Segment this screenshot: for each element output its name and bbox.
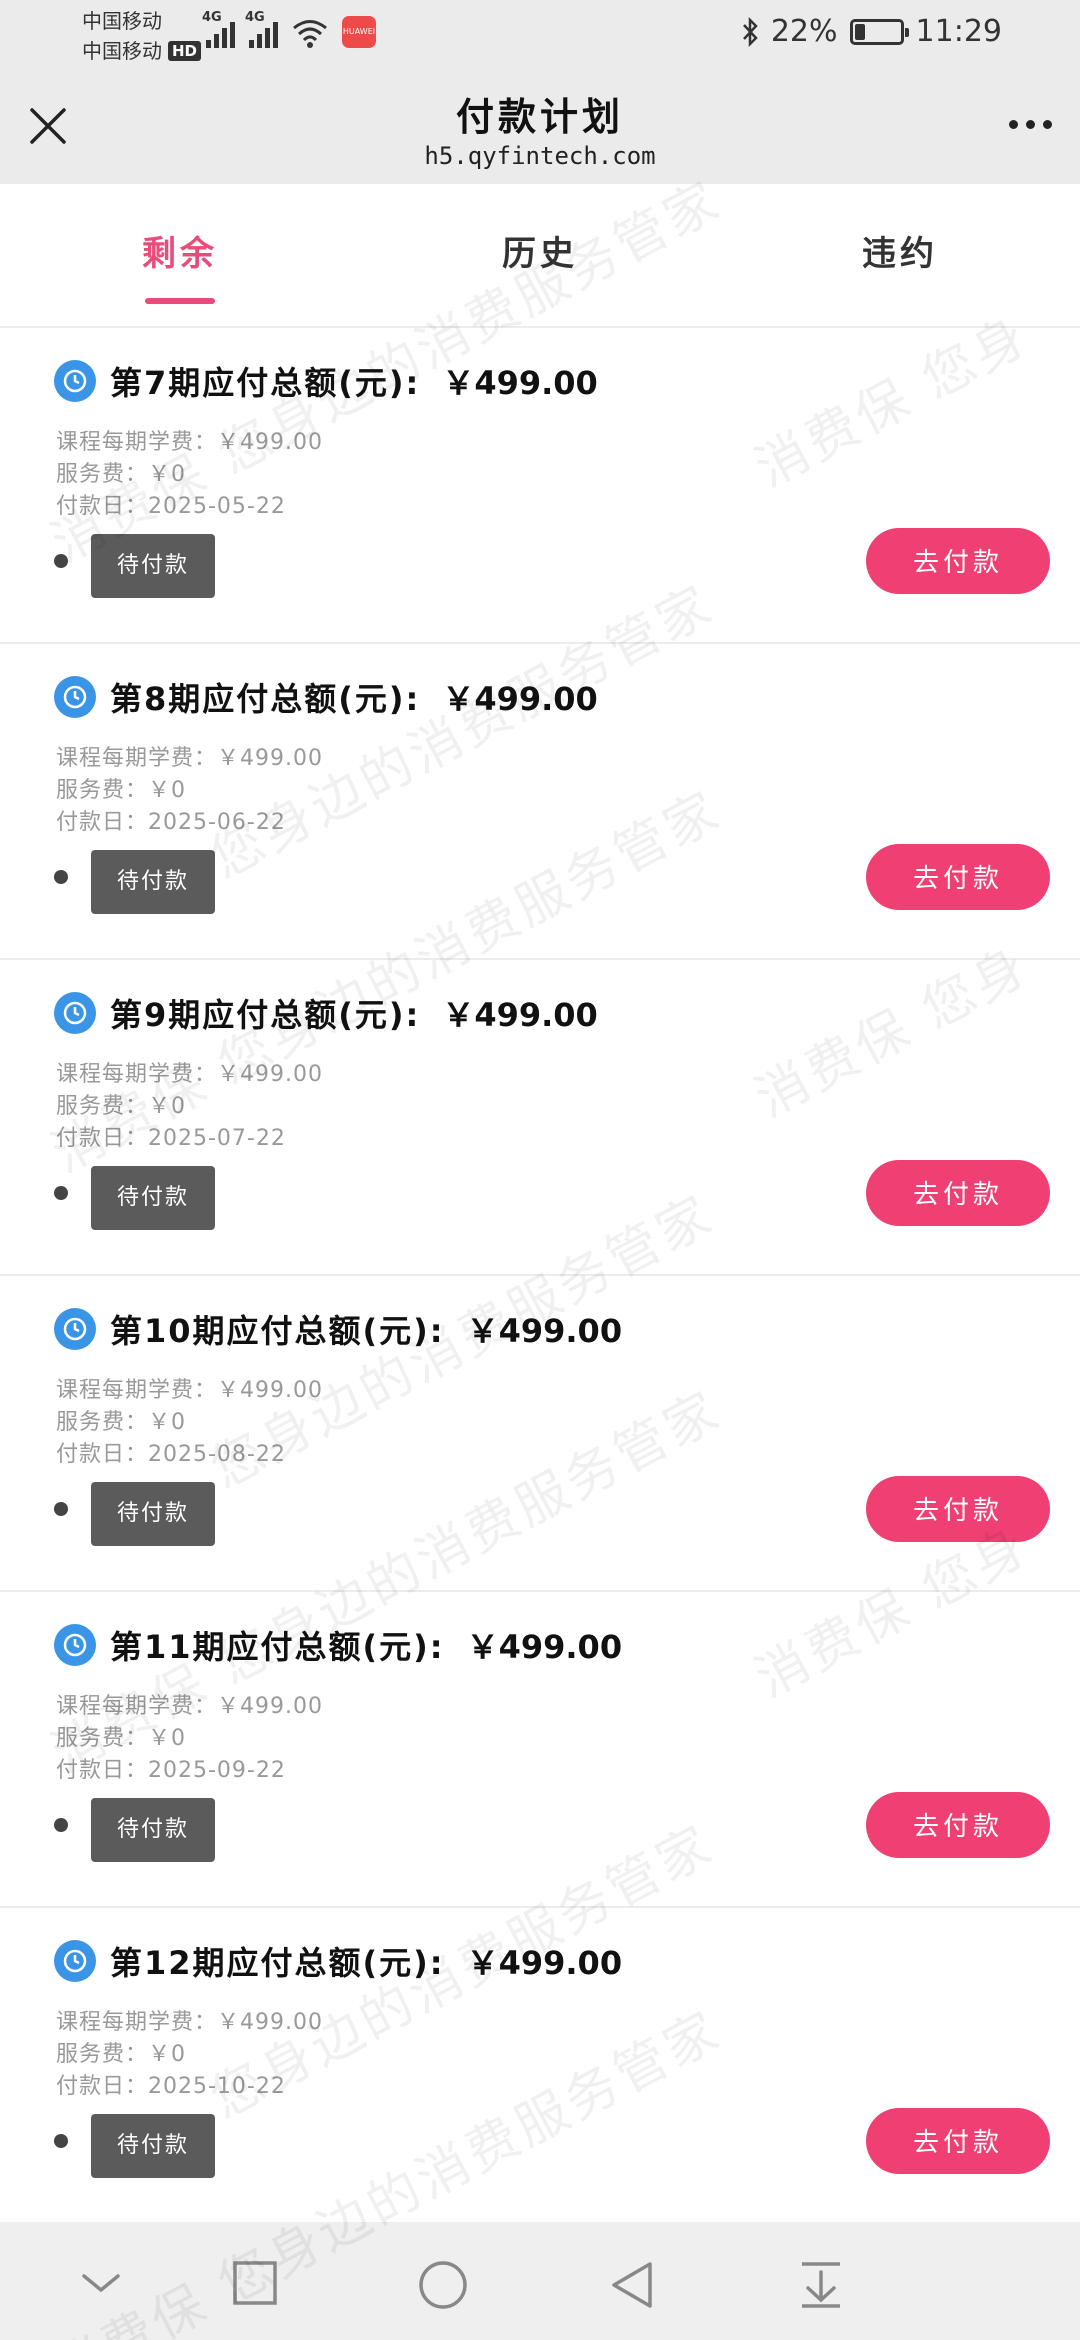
payment-card: 第9期应付总额(元): ￥499.00 课程每期学费：￥499.00 服务费：￥… bbox=[0, 960, 1080, 1276]
card-header: 第10期应付总额(元): ￥499.00 bbox=[54, 1306, 622, 1352]
clock-icon bbox=[54, 1308, 96, 1350]
payment-card: 第10期应付总额(元): ￥499.00 课程每期学费：￥499.00 服务费：… bbox=[0, 1276, 1080, 1592]
card-title: 第9期应付总额(元): bbox=[110, 996, 421, 1034]
battery-icon bbox=[849, 18, 909, 45]
more-icon[interactable] bbox=[1009, 120, 1052, 129]
payment-list: 第7期应付总额(元): ￥499.00 课程每期学费：￥499.00 服务费：￥… bbox=[0, 328, 1080, 2224]
card-header: 第11期应付总额(元): ￥499.00 bbox=[54, 1622, 622, 1668]
network-type-2: 4G bbox=[245, 10, 265, 25]
status-dot bbox=[54, 1818, 68, 1832]
service-fee-line: 服务费：￥0 bbox=[56, 2042, 186, 2067]
service-fee-line: 服务费：￥0 bbox=[56, 778, 186, 803]
status-badge: 待付款 bbox=[91, 1482, 215, 1546]
card-header: 第12期应付总额(元): ￥499.00 bbox=[54, 1938, 622, 1984]
payment-date-line: 付款日：2025-06-22 bbox=[56, 810, 286, 835]
clock-time: 11:29 bbox=[915, 14, 1002, 49]
system-nav-bar bbox=[0, 2222, 1080, 2340]
status-badge: 待付款 bbox=[91, 2114, 215, 2178]
status-badge: 待付款 bbox=[91, 534, 215, 598]
tuition-line: 课程每期学费：￥499.00 bbox=[56, 1378, 323, 1403]
pay-button[interactable]: 去付款 bbox=[866, 1792, 1050, 1858]
pay-button[interactable]: 去付款 bbox=[866, 528, 1050, 594]
payment-date-line: 付款日：2025-08-22 bbox=[56, 1442, 286, 1467]
clock-icon bbox=[54, 1624, 96, 1666]
status-badge: 待付款 bbox=[91, 850, 215, 914]
payment-date-line: 付款日：2025-05-22 bbox=[56, 494, 286, 519]
status-bar: 中国移动 中国移动 HD 4G 4G HUAWEI 22% 11:29 bbox=[0, 0, 1080, 72]
service-fee-line: 服务费：￥0 bbox=[56, 1726, 186, 1751]
clock-icon bbox=[54, 360, 96, 402]
status-dot bbox=[54, 554, 68, 568]
card-amount: ￥499.00 bbox=[466, 1944, 623, 1982]
clock-icon bbox=[54, 992, 96, 1034]
page-url: h5.qyfintech.com bbox=[424, 142, 656, 170]
carrier-1: 中国移动 bbox=[82, 9, 162, 33]
page-title: 付款计划 bbox=[455, 95, 624, 139]
circle-icon[interactable] bbox=[418, 2260, 468, 2310]
pay-button[interactable]: 去付款 bbox=[866, 2108, 1050, 2174]
card-amount: ￥499.00 bbox=[442, 680, 598, 718]
page-header: 付款计划 h5.qyfintech.com bbox=[0, 72, 1080, 184]
carrier-info: 中国移动 中国移动 HD bbox=[82, 6, 202, 66]
tuition-line: 课程每期学费：￥499.00 bbox=[56, 430, 323, 455]
tab-bar: 剩余 历史 违约 bbox=[0, 184, 1080, 328]
card-header: 第7期应付总额(元): ￥499.00 bbox=[54, 358, 598, 404]
card-amount: ￥499.00 bbox=[466, 1312, 623, 1350]
payment-card: 第12期应付总额(元): ￥499.00 课程每期学费：￥499.00 服务费：… bbox=[0, 1908, 1080, 2224]
status-dot bbox=[54, 2134, 68, 2148]
service-fee-line: 服务费：￥0 bbox=[56, 1410, 186, 1435]
tuition-line: 课程每期学费：￥499.00 bbox=[56, 2010, 323, 2035]
status-right: 22% 11:29 bbox=[741, 14, 1002, 49]
clock-icon bbox=[54, 1940, 96, 1982]
signal-group: 4G 4G HUAWEI bbox=[202, 10, 376, 48]
card-header: 第9期应付总额(元): ￥499.00 bbox=[54, 990, 598, 1036]
wifi-icon bbox=[293, 20, 327, 48]
back-triangle-icon[interactable] bbox=[608, 2260, 654, 2310]
tab-history[interactable]: 历史 bbox=[360, 184, 720, 326]
card-title: 第7期应付总额(元): bbox=[110, 364, 421, 402]
chevron-down-icon[interactable] bbox=[78, 2260, 124, 2306]
payment-date-line: 付款日：2025-07-22 bbox=[56, 1126, 286, 1151]
clock-icon bbox=[54, 676, 96, 718]
card-header: 第8期应付总额(元): ￥499.00 bbox=[54, 674, 598, 720]
square-icon[interactable] bbox=[232, 2260, 278, 2306]
huawei-app-icon: HUAWEI bbox=[342, 16, 376, 48]
tuition-line: 课程每期学费：￥499.00 bbox=[56, 1694, 323, 1719]
service-fee-line: 服务费：￥0 bbox=[56, 462, 186, 487]
tab-default[interactable]: 违约 bbox=[720, 184, 1080, 326]
tab-remaining[interactable]: 剩余 bbox=[0, 184, 360, 326]
payment-card: 第11期应付总额(元): ￥499.00 课程每期学费：￥499.00 服务费：… bbox=[0, 1592, 1080, 1908]
signal-icon-1: 4G bbox=[202, 10, 235, 48]
payment-card: 第7期应付总额(元): ￥499.00 课程每期学费：￥499.00 服务费：￥… bbox=[0, 328, 1080, 644]
card-title: 第12期应付总额(元): bbox=[110, 1944, 445, 1982]
card-amount: ￥499.00 bbox=[442, 364, 598, 402]
network-type-1: 4G bbox=[202, 10, 222, 25]
card-title: 第11期应付总额(元): bbox=[110, 1628, 445, 1666]
card-amount: ￥499.00 bbox=[466, 1628, 623, 1666]
tuition-line: 课程每期学费：￥499.00 bbox=[56, 746, 323, 771]
pay-button[interactable]: 去付款 bbox=[866, 1160, 1050, 1226]
status-dot bbox=[54, 1186, 68, 1200]
card-amount: ￥499.00 bbox=[442, 996, 598, 1034]
status-badge: 待付款 bbox=[91, 1166, 215, 1230]
service-fee-line: 服务费：￥0 bbox=[56, 1094, 186, 1119]
pay-button[interactable]: 去付款 bbox=[866, 844, 1050, 910]
card-title: 第10期应付总额(元): bbox=[110, 1312, 445, 1350]
payment-card: 第8期应付总额(元): ￥499.00 课程每期学费：￥499.00 服务费：￥… bbox=[0, 644, 1080, 960]
tuition-line: 课程每期学费：￥499.00 bbox=[56, 1062, 323, 1087]
carrier-2: 中国移动 bbox=[82, 39, 162, 63]
bluetooth-icon bbox=[742, 16, 758, 47]
pay-button[interactable]: 去付款 bbox=[866, 1476, 1050, 1542]
payment-date-line: 付款日：2025-09-22 bbox=[56, 1758, 286, 1783]
signal-icon-2: 4G bbox=[245, 10, 278, 48]
hd-badge: HD bbox=[168, 41, 202, 61]
payment-date-line: 付款日：2025-10-22 bbox=[56, 2074, 286, 2099]
status-badge: 待付款 bbox=[91, 1798, 215, 1862]
status-dot bbox=[54, 870, 68, 884]
battery-percent: 22% bbox=[770, 14, 838, 49]
card-title: 第8期应付总额(元): bbox=[110, 680, 421, 718]
status-dot bbox=[54, 1502, 68, 1516]
pull-down-icon[interactable] bbox=[798, 2260, 844, 2310]
